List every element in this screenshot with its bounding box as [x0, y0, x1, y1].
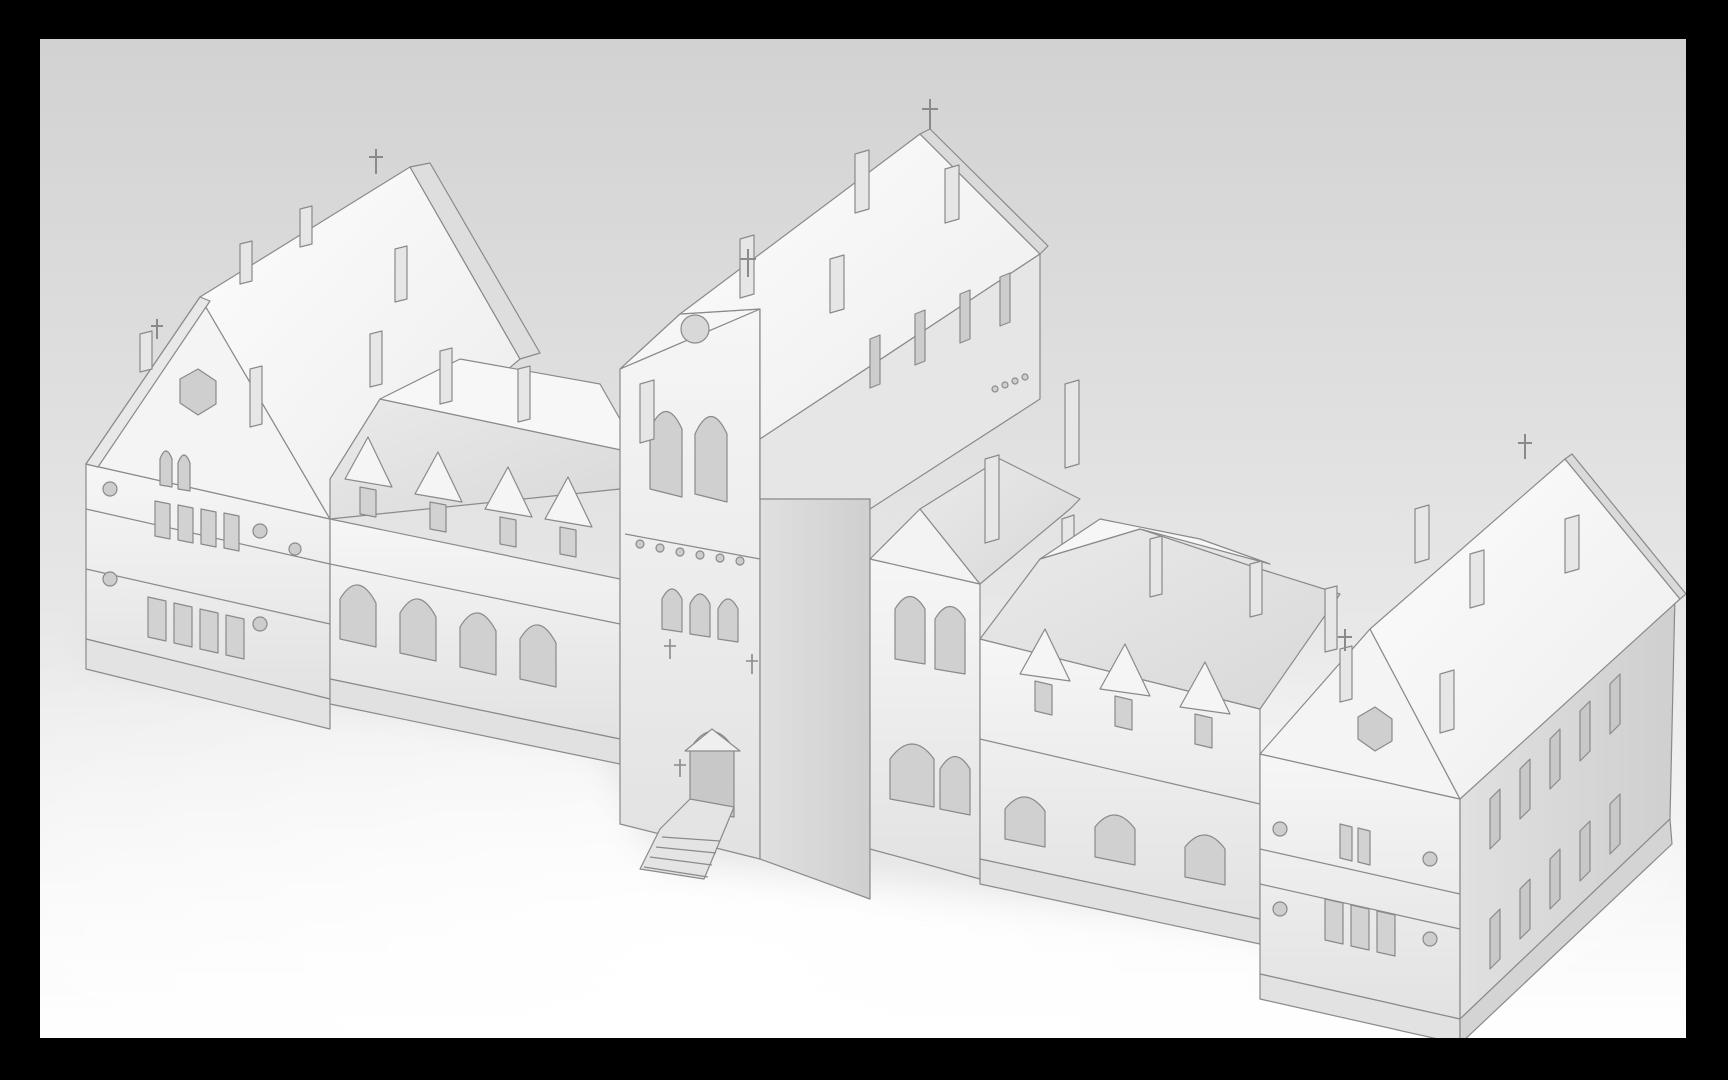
render-viewport — [40, 39, 1686, 1038]
building-render — [40, 39, 1686, 1038]
black-frame — [0, 0, 1728, 1080]
